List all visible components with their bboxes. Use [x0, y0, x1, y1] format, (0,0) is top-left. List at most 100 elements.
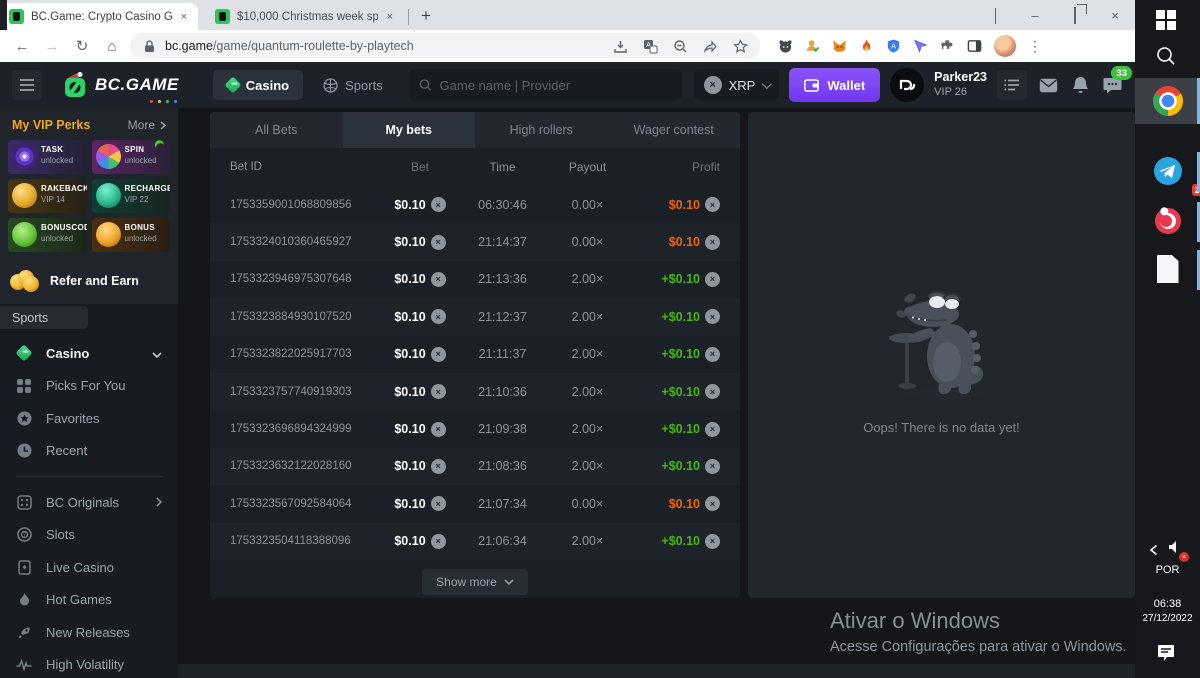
clock-date[interactable]: 27/12/2022 [1135, 613, 1200, 624]
metamask-fox-icon[interactable] [832, 39, 847, 54]
share-icon[interactable] [703, 39, 718, 54]
hamburger-menu-button[interactable] [12, 70, 42, 100]
perk-task[interactable]: TASKunlocked [8, 140, 87, 174]
christmas-lights-decoration [150, 100, 177, 103]
flame-extension-icon[interactable] [859, 39, 874, 54]
browser-tab-bcgame[interactable]: BC.Game: Crypto Casino Games × [0, 3, 198, 30]
sidebar-item-recent[interactable]: Recent [0, 435, 178, 468]
table-row[interactable]: 1753359001068809856 $0.10 × 06:30:46 0.0… [210, 186, 740, 223]
shield-extension-icon[interactable]: A [886, 39, 901, 54]
sidebar-item-new-releases[interactable]: New Releases [0, 616, 178, 649]
home-button[interactable]: ⌂ [100, 38, 124, 55]
table-row[interactable]: 1753323504118388096 $0.10 × 21:06:34 2.0… [210, 523, 740, 560]
volume-button[interactable]: × [1168, 540, 1183, 559]
sidebar-item-hot-games[interactable]: Hot Games [0, 584, 178, 617]
notifications-bell-button[interactable] [1069, 74, 1091, 96]
perk-bonus[interactable]: BONUSunlocked [92, 218, 171, 252]
sidebar-item-casino[interactable]: Casino [0, 337, 178, 370]
table-row[interactable]: 1753323822025917703 $0.10 × 21:11:37 2.0… [210, 336, 740, 373]
sidebar-item-favorites[interactable]: Favorites [0, 402, 178, 435]
piggy-bank-icon [12, 183, 37, 208]
translate-icon[interactable]: A [643, 39, 658, 54]
person-check-extension-icon[interactable] [805, 39, 820, 54]
tab-high-rollers[interactable]: High rollers [475, 112, 608, 148]
tab-close-icon[interactable]: × [385, 11, 395, 23]
empty-state-panel: Oops! There is no data yet! [748, 112, 1135, 598]
wallet-button[interactable]: Wallet [789, 68, 880, 102]
currency-selector[interactable]: × XRP [694, 69, 780, 101]
table-row[interactable]: 1753323946975307648 $0.10 × 21:13:36 2.0… [210, 261, 740, 298]
new-tab-button[interactable]: + [421, 6, 431, 26]
perk-rakeback[interactable]: RAKEBACKVIP 14 [8, 179, 87, 213]
sidebar-item-slots[interactable]: 7 Slots [0, 519, 178, 552]
search-input[interactable] [440, 78, 672, 93]
tab-my-bets[interactable]: My bets [343, 112, 476, 148]
start-button[interactable] [1135, 10, 1197, 30]
bet-list-button[interactable] [997, 70, 1027, 100]
perk-recharge[interactable]: RECHARGEVIP 22 [92, 179, 171, 213]
sidebar-item-high-volatility[interactable]: High Volatility [0, 649, 178, 678]
back-button[interactable]: ← [10, 38, 34, 55]
browser-menu-icon[interactable]: ⋮ [1028, 38, 1042, 55]
nav-casino-button[interactable]: Casino [213, 70, 303, 100]
perk-bonuscode[interactable]: BONUSCODEunlocked [8, 218, 87, 252]
tab-close-icon[interactable]: × [179, 11, 189, 23]
taskbar-notepad-button[interactable] [1135, 248, 1200, 290]
vip-level: VIP 26 [934, 86, 987, 100]
taskbar-telegram-button[interactable]: 23 [1135, 150, 1200, 192]
nav-sports-button[interactable]: Sports [309, 70, 397, 100]
clock-time[interactable]: 06:38 [1135, 598, 1200, 610]
table-row[interactable]: 1753323696894324999 $0.10 × 21:09:38 2.0… [210, 410, 740, 447]
tab-search-chevron-icon[interactable] [975, 8, 1015, 23]
save-page-icon[interactable] [613, 39, 628, 54]
game-search[interactable] [409, 69, 682, 101]
browser-profile-avatar[interactable] [994, 35, 1016, 57]
table-row[interactable]: 1753324010360465927 $0.10 × 21:14:37 0.0… [210, 223, 740, 260]
perk-spin[interactable]: SPINunlocked [92, 140, 171, 174]
extensions-puzzle-icon[interactable] [940, 39, 955, 54]
reload-button[interactable]: ↻ [70, 37, 94, 55]
table-row[interactable]: 1753323884930107520 $0.10 × 21:12:37 2.0… [210, 298, 740, 335]
xrp-coin-icon: × [705, 534, 720, 549]
close-button[interactable]: × [1095, 8, 1135, 23]
zoom-out-icon[interactable] [673, 39, 688, 54]
sidebar-item-bc-originals[interactable]: BC Originals [0, 486, 178, 519]
forward-button[interactable]: → [40, 38, 64, 55]
browser-tab-promo[interactable]: $10,000 Christmas week special × [206, 3, 404, 30]
tab-separator [408, 9, 409, 25]
dark-extension-icon[interactable] [778, 39, 793, 54]
tab-wager-contest[interactable]: Wager contest [608, 112, 741, 148]
show-hidden-icons-chevron[interactable] [1149, 544, 1158, 556]
col-bet: Bet [380, 160, 460, 174]
refer-and-earn-banner[interactable]: Refer and Earn [0, 262, 178, 304]
chat-button[interactable]: 33 [1101, 74, 1123, 96]
sidebar-item-picks-for-you[interactable]: Picks For You [0, 370, 178, 403]
user-avatar[interactable] [890, 68, 924, 102]
sidebar-item-live-casino[interactable]: Live Casino [0, 551, 178, 584]
taskbar-red-app-button[interactable] [1135, 200, 1200, 242]
show-more-button[interactable]: Show more [422, 569, 528, 595]
minimize-button[interactable]: – [1015, 8, 1055, 23]
tab-all-bets[interactable]: All Bets [210, 112, 343, 148]
language-indicator[interactable]: POR [1135, 564, 1200, 576]
bcgame-logo[interactable]: BC.GAME [62, 71, 179, 99]
table-row[interactable]: 1753323632122028160 $0.10 × 21:08:36 2.0… [210, 448, 740, 485]
cursor-extension-icon[interactable] [913, 39, 928, 54]
windows-logo-icon [1156, 10, 1176, 30]
restore-button[interactable] [1055, 8, 1095, 23]
taskbar-search-button[interactable] [1135, 46, 1197, 66]
user-meta[interactable]: Parker23 VIP 26 [934, 70, 987, 99]
table-row[interactable]: 1753323567092584064 $0.10 × 21:07:34 0.0… [210, 485, 740, 522]
xrp-coin-icon: × [431, 496, 446, 511]
inbox-button[interactable] [1037, 74, 1059, 96]
action-center-button[interactable] [1135, 644, 1197, 662]
xrp-coin-icon: × [431, 197, 446, 212]
table-row[interactable]: 1753323757740919303 $0.10 × 21:10:36 2.0… [210, 373, 740, 410]
side-panel-icon[interactable] [967, 39, 982, 54]
bookmark-star-icon[interactable] [733, 39, 748, 54]
taskbar-chrome-button[interactable] [1135, 78, 1200, 124]
sports-section-label[interactable]: Sports [0, 306, 88, 329]
vip-perks-more-link[interactable]: More [128, 118, 166, 132]
address-bar[interactable]: bc.game/game/quantum-roulette-by-playtec… [130, 33, 760, 59]
bet-time: 21:12:37 [460, 310, 545, 324]
